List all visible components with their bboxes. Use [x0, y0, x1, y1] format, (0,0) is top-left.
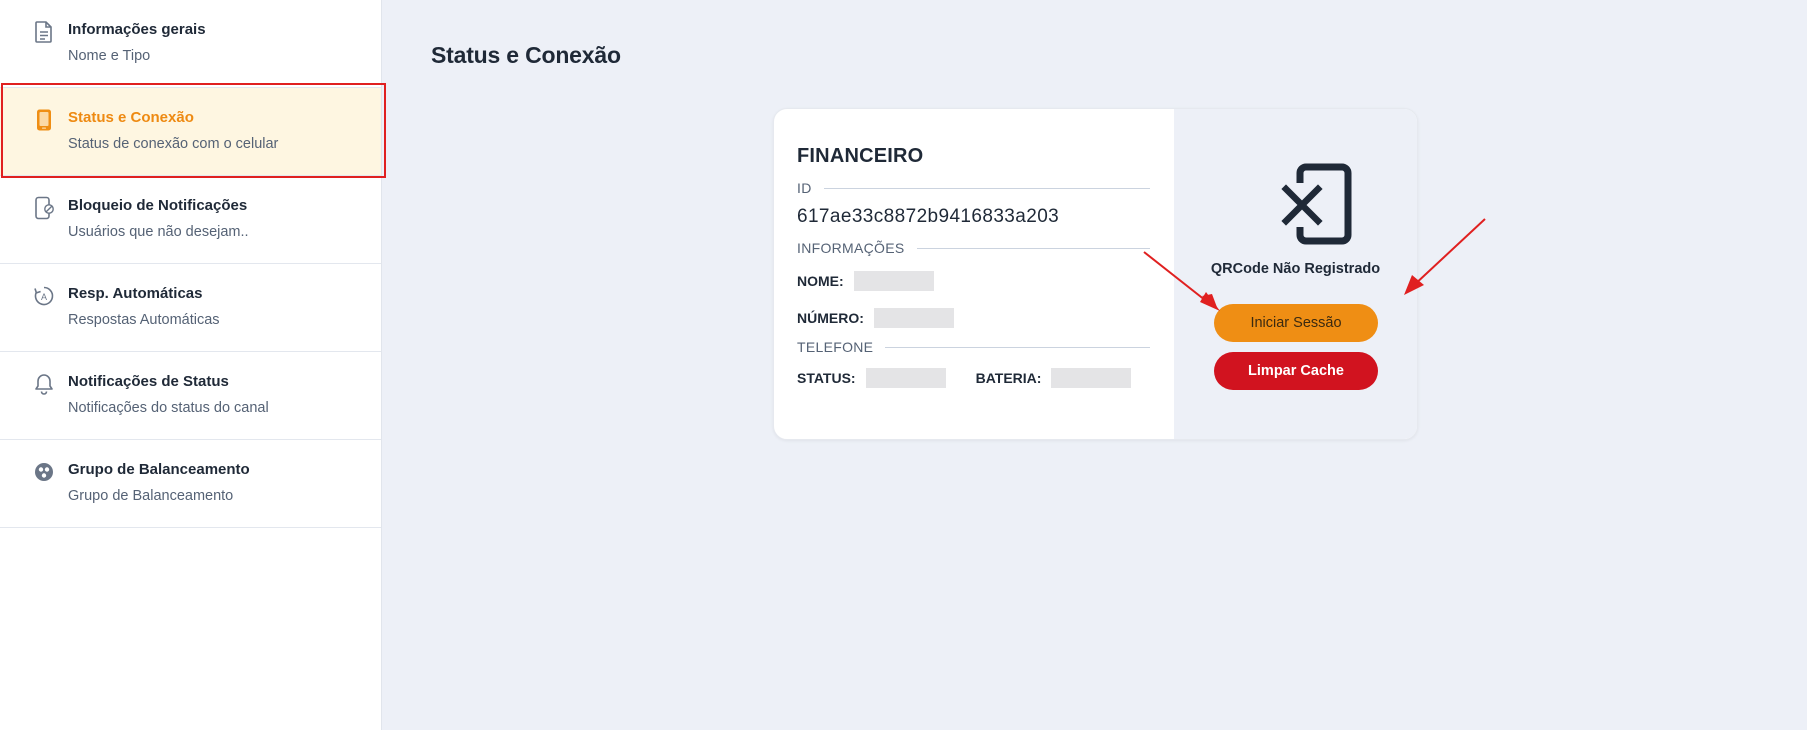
svg-text:A: A: [41, 292, 47, 302]
sidebar-item-resp-automaticas[interactable]: A Resp. Automáticas Respostas Automática…: [0, 264, 381, 352]
divider: [916, 247, 1150, 249]
phone-disconnected-icon: [1274, 159, 1364, 249]
channel-info-panel: FINANCEIRO ID 617ae33c8872b9416833a203 I…: [774, 109, 1174, 439]
phone-icon: [32, 108, 56, 132]
battery-label: BATERIA:: [975, 370, 1042, 386]
sidebar-item-subtitle: Grupo de Balanceamento: [68, 488, 234, 504]
sidebar-item-notificacoes-status[interactable]: Notificações de Status Notificações do s…: [0, 352, 381, 440]
channel-name: FINANCEIRO: [797, 145, 924, 167]
clear-cache-button[interactable]: Limpar Cache: [1214, 352, 1378, 390]
sidebar-item-title: Bloqueio de Notificações: [68, 197, 248, 214]
sidebar-item-informacoes-gerais[interactable]: Informações gerais Nome e Tipo: [0, 0, 381, 88]
status-label: STATUS:: [797, 370, 856, 386]
phone-section-header: TELEFONE: [797, 339, 1150, 355]
sidebar-item-title: Notificações de Status: [68, 373, 229, 390]
redacted-battery-value: [1051, 368, 1132, 388]
phone-block-icon: [32, 196, 56, 220]
info-label: INFORMAÇÕES: [797, 240, 905, 256]
phone-status-row: STATUS: BATERIA:: [797, 368, 1150, 388]
sidebar-item-title: Informações gerais: [68, 21, 206, 38]
number-field: NÚMERO:: [797, 308, 1150, 328]
bell-icon: [32, 372, 56, 396]
redacted-status-value: [865, 368, 946, 388]
sidebar: Informações gerais Nome e Tipo Status e …: [0, 0, 386, 730]
sidebar-item-subtitle: Nome e Tipo: [68, 48, 151, 64]
document-icon: [32, 20, 56, 44]
sidebar-item-subtitle: Status de conexão com o celular: [68, 136, 279, 152]
info-section-header: INFORMAÇÕES: [797, 240, 1150, 256]
sidebar-item-title: Resp. Automáticas: [68, 285, 203, 302]
qrcode-status-text: QRCode Não Registrado: [1210, 261, 1381, 277]
session-panel: QRCode Não Registrado Iniciar Sessão Lim…: [1174, 109, 1417, 439]
divider: [823, 187, 1150, 189]
sidebar-item-subtitle: Notificações do status do canal: [68, 400, 269, 416]
start-session-button[interactable]: Iniciar Sessão: [1214, 304, 1378, 342]
id-label: ID: [797, 180, 812, 196]
sidebar-item-title: Status e Conexão: [68, 109, 194, 126]
channel-id-value: 617ae33c8872b9416833a203: [797, 206, 1060, 227]
phone-label: TELEFONE: [797, 339, 874, 355]
name-field: NOME:: [797, 271, 1150, 291]
page-title: Status e Conexão: [431, 42, 621, 68]
divider: [885, 346, 1150, 348]
sidebar-item-status-conexao[interactable]: Status e Conexão Status de conexão com o…: [0, 88, 381, 176]
balance-group-icon: [32, 460, 56, 484]
sidebar-item-grupo-balanceamento[interactable]: Grupo de Balanceamento Grupo de Balancea…: [0, 440, 381, 528]
sidebar-item-subtitle: Usuários que não desejam..: [68, 224, 249, 240]
sidebar-item-bloqueio-notificacoes[interactable]: Bloqueio de Notificações Usuários que nã…: [0, 176, 381, 264]
number-label: NÚMERO:: [797, 310, 864, 326]
name-label: NOME:: [797, 273, 844, 289]
channel-status-card: FINANCEIRO ID 617ae33c8872b9416833a203 I…: [773, 108, 1418, 440]
redacted-name-value: [853, 271, 934, 291]
id-section-header: ID: [797, 180, 1150, 196]
sidebar-item-title: Grupo de Balanceamento: [68, 461, 250, 478]
auto-reply-icon: A: [32, 284, 56, 308]
sidebar-item-subtitle: Respostas Automáticas: [68, 312, 220, 328]
redacted-number-value: [873, 308, 954, 328]
